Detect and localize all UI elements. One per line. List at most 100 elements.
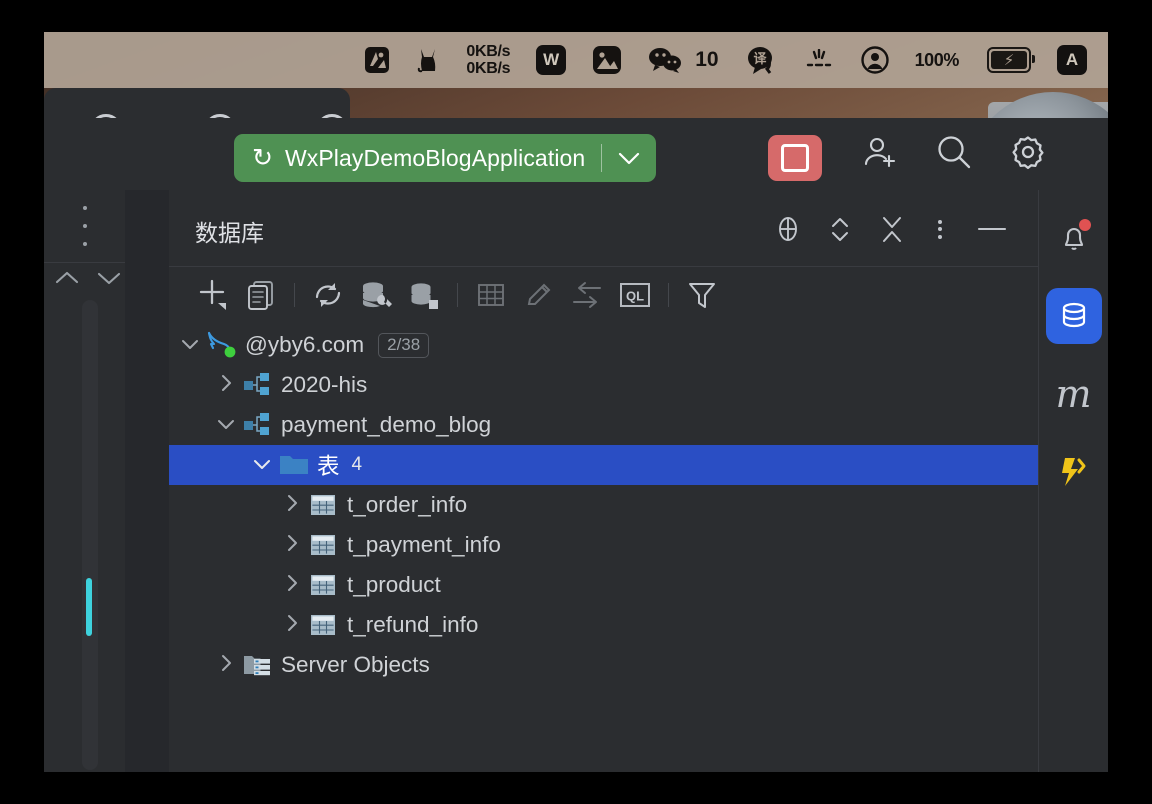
notifications-button[interactable]	[1046, 210, 1102, 266]
hide-panel-icon[interactable]	[973, 210, 1011, 248]
more-options-icon[interactable]	[921, 210, 959, 248]
chevron-collapsed-icon[interactable]	[279, 573, 305, 598]
refresh-button[interactable]	[304, 273, 352, 317]
search-icon[interactable]	[934, 132, 974, 172]
settings-gear-icon[interactable]	[1008, 132, 1048, 172]
user-account-icon[interactable]	[848, 32, 902, 88]
left-more-options-icon[interactable]	[76, 206, 94, 246]
translate-icon[interactable]: 译	[732, 32, 790, 88]
schema-icon	[239, 372, 277, 398]
toolbar-divider-2	[457, 283, 458, 307]
tree-node-schema-2020-his-label: 2020-his	[281, 372, 368, 397]
cat-icon[interactable]	[403, 32, 453, 88]
tree-node-datasource-label: @yby6.com	[245, 332, 365, 357]
wechat-icon[interactable]	[635, 32, 695, 88]
open-query-console-button[interactable]: QL	[611, 273, 659, 317]
database-toolbar: QL	[169, 267, 1039, 323]
network-speed-indicator[interactable]: 0KB/s 0KB/s	[453, 32, 523, 88]
add-database-button[interactable]	[400, 273, 448, 317]
wps-office-icon[interactable]: W	[523, 32, 579, 88]
chevron-collapsed-icon[interactable]	[279, 493, 305, 518]
photos-icon[interactable]	[579, 32, 635, 88]
input-method-indicator[interactable]: A	[1044, 32, 1100, 88]
toolbar-divider-1	[294, 283, 295, 307]
table-icon	[305, 612, 343, 638]
table-icon	[305, 572, 343, 598]
network-download-speed: 0KB/s	[466, 60, 511, 77]
scroll-down-icon[interactable]	[96, 270, 122, 291]
database-panel-header: 数据库	[169, 190, 1039, 267]
tree-node-tables-group-label: 表	[317, 454, 340, 480]
tree-node-schema-payment-demo-blog-label: payment_demo_blog	[281, 412, 492, 437]
tree-node-datasource[interactable]: @yby6.com 2/38	[169, 325, 1039, 365]
tree-node-server-objects[interactable]: Server Objects	[169, 645, 1039, 685]
ide-body: 数据库 QL @yby6.com 2/38 2020-his payment_d…	[44, 190, 1108, 772]
svg-text:译: 译	[753, 52, 767, 67]
tree-node-table-t-product[interactable]: t_product	[169, 565, 1039, 605]
stop-square-icon	[781, 144, 809, 172]
tree-node-tables-group-count: 4	[351, 454, 363, 475]
database-tool-button[interactable]	[1045, 288, 1102, 344]
tree-node-table-t-payment-info-label: t_payment_info	[347, 532, 501, 557]
schema-icon	[239, 412, 277, 438]
tree-node-schema-2020-his[interactable]: 2020-his	[169, 365, 1039, 405]
tree-node-table-t-refund-info-label: t_refund_info	[347, 612, 479, 637]
tree-node-tables-group[interactable]: 表 4	[169, 445, 1039, 485]
table-icon	[305, 532, 343, 558]
toolbar-right-actions	[860, 132, 1048, 172]
wechat-unread-count: 10	[695, 48, 719, 71]
tree-node-table-t-order-info-label: t_order_info	[347, 492, 468, 517]
chevron-collapsed-icon[interactable]	[279, 613, 305, 638]
open-table-editor-button	[467, 273, 515, 317]
toolbar-divider-3	[668, 283, 669, 307]
run-configuration-button[interactable]: ↻ WxPlayDemoBlogApplication	[234, 134, 657, 182]
collapse-all-icon[interactable]	[873, 210, 911, 248]
modify-object-button	[515, 273, 563, 317]
add-data-source-button[interactable]	[189, 273, 237, 317]
battery-percentage: 100%	[914, 49, 960, 70]
locate-in-tree-icon[interactable]	[769, 210, 807, 248]
graphics-switch-icon[interactable]	[351, 32, 403, 88]
tree-node-table-t-order-info[interactable]: t_order_info	[169, 485, 1039, 525]
scrollbar-marker[interactable]	[86, 578, 92, 636]
network-upload-speed: 0KB/s	[466, 42, 511, 60]
scroll-up-icon[interactable]	[54, 270, 80, 291]
chevron-expanded-icon[interactable]	[249, 455, 275, 475]
stop-button[interactable]	[768, 135, 822, 181]
chevron-collapsed-icon[interactable]	[213, 373, 239, 398]
battery-charging-icon[interactable]: ⚡	[974, 32, 1044, 88]
notification-badge	[1078, 219, 1091, 231]
table-icon	[305, 492, 343, 518]
charging-bolt-icon: ⚡	[1003, 52, 1015, 69]
right-tool-stripe: m	[1038, 190, 1108, 772]
filter-button[interactable]	[678, 273, 726, 317]
data-source-properties-button[interactable]	[352, 273, 400, 317]
tree-node-table-t-payment-info[interactable]: t_payment_info	[169, 525, 1039, 565]
chevron-down-icon[interactable]	[602, 152, 656, 165]
chevron-expanded-icon[interactable]	[213, 415, 239, 435]
jump-to-source-button	[563, 273, 611, 317]
chevron-expanded-icon[interactable]	[177, 335, 203, 355]
ide-window: ↻ WxPlayDemoBlogApplication 数据库 QL @yby6…	[44, 118, 1108, 772]
lightning-tool-button[interactable]	[1046, 444, 1102, 500]
brightness-icon[interactable]	[790, 32, 848, 88]
input-method-label: A	[1057, 45, 1087, 75]
database-panel-title: 数据库	[195, 221, 264, 247]
left-stripe	[44, 190, 125, 772]
duplicate-button[interactable]	[237, 273, 285, 317]
maven-tool-button[interactable]: m	[1046, 366, 1102, 422]
add-user-icon[interactable]	[860, 132, 900, 172]
tree-node-schema-payment-demo-blog[interactable]: payment_demo_blog	[169, 405, 1039, 445]
editor-gutter-area	[125, 190, 169, 772]
database-tool-window: 数据库 QL @yby6.com 2/38 2020-his payment_d…	[169, 190, 1039, 772]
tree-node-table-t-refund-info[interactable]: t_refund_info	[169, 605, 1039, 645]
expand-collapse-icon[interactable]	[821, 210, 859, 248]
folder-icon	[275, 452, 313, 478]
database-tree: @yby6.com 2/38 2020-his payment_demo_blo…	[169, 323, 1039, 685]
screen: 0KB/s 0KB/s W 10 译 100% ⚡ A ↻ WxPlayDemo…	[0, 0, 1152, 804]
scrollbar-track[interactable]	[82, 300, 98, 770]
chevron-collapsed-icon[interactable]	[279, 533, 305, 558]
macos-menubar: 0KB/s 0KB/s W 10 译 100% ⚡ A	[44, 32, 1108, 88]
rerun-icon: ↻	[252, 143, 273, 172]
chevron-collapsed-icon[interactable]	[213, 653, 239, 678]
